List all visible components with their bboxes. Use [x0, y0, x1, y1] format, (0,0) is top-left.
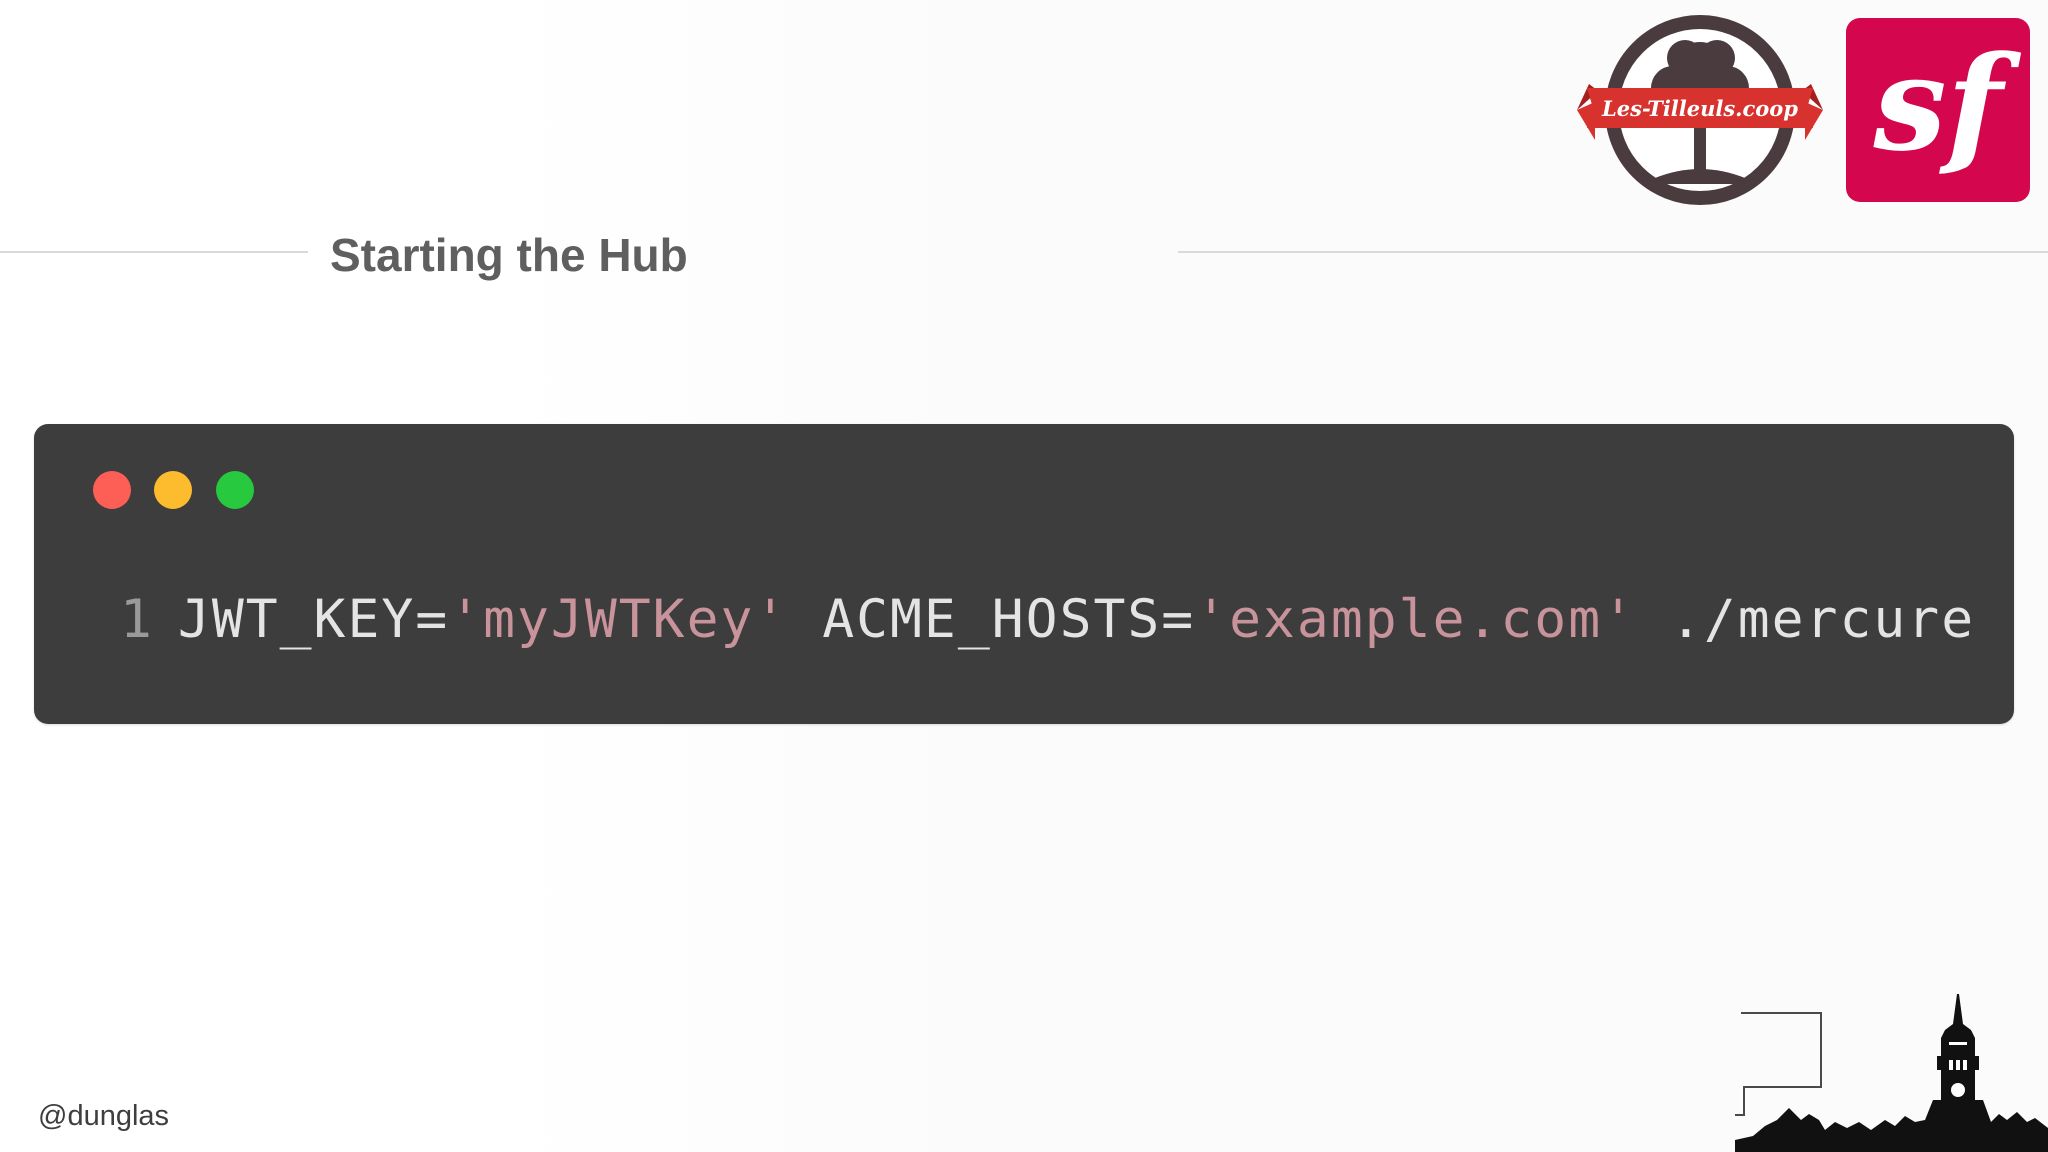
minimize-window-dot[interactable] [154, 471, 192, 509]
code-token-jwt-key: JWT_KEY= [177, 589, 450, 650]
code-line: 1 JWT_KEY='myJWTKey' ACME_HOSTS='example.… [120, 580, 1975, 660]
code-token-command: ./mercure [1636, 589, 1976, 650]
slide-title: Starting the Hub [330, 229, 688, 281]
les-tilleuls-logo: Les-Tilleuls.coop [1577, 15, 1823, 205]
symfony-logo: sf [1846, 18, 2030, 202]
code-token-acme-hosts: ACME_HOSTS= [788, 589, 1196, 650]
title-divider-right [1178, 251, 2048, 253]
tilleuls-logo-text: Les-Tilleuls.coop [1601, 96, 1798, 121]
line-number: 1 [120, 589, 154, 650]
code-string-hosts-value: 'example.com' [1195, 589, 1637, 650]
author-handle: @dunglas [38, 1100, 170, 1132]
code-string-jwt-value: 'myJWTKey' [449, 589, 789, 650]
title-divider-left [0, 251, 308, 253]
maximize-window-dot[interactable] [216, 471, 254, 509]
close-window-dot[interactable] [93, 471, 131, 509]
terminal-window: 1 JWT_KEY='myJWTKey' ACME_HOSTS='example.… [34, 424, 2014, 724]
city-skyline-icon [1735, 994, 2048, 1152]
symfony-glyph: sf [1873, 27, 2003, 180]
